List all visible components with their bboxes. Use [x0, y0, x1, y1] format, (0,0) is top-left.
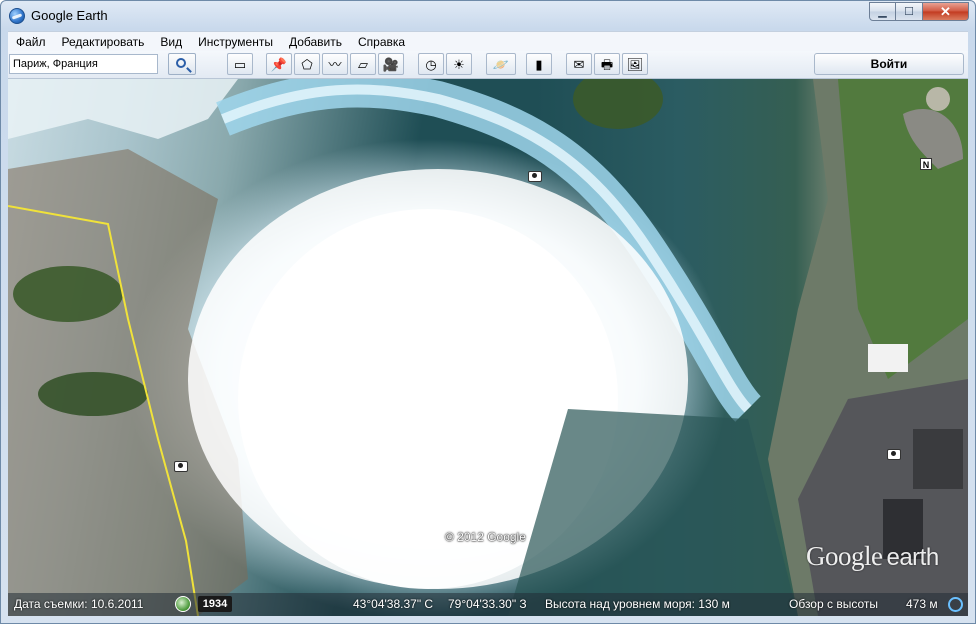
- google-earth-app-icon: [9, 8, 25, 24]
- sunlight-button[interactable]: ☀: [446, 53, 472, 75]
- add-image-overlay-button[interactable]: ▱: [350, 53, 376, 75]
- search-icon: [176, 58, 186, 68]
- search-input[interactable]: [9, 54, 158, 74]
- window-title: Google Earth: [31, 8, 108, 23]
- north-marker[interactable]: N: [920, 158, 932, 170]
- add-image-overlay-icon: ▱: [358, 56, 368, 72]
- switch-planet-icon: 🪐: [492, 56, 510, 72]
- sign-in-button[interactable]: Войти: [814, 53, 964, 75]
- add-placemark-icon: 📌: [270, 56, 288, 72]
- email-icon: ✉: [573, 56, 585, 72]
- add-placemark-button[interactable]: 📌: [266, 53, 292, 75]
- add-path-button[interactable]: 〰: [322, 53, 348, 75]
- record-tour-icon: 🎥: [382, 56, 400, 72]
- save-image-button[interactable]: 🖼: [622, 53, 648, 75]
- menu-file[interactable]: Файл: [8, 32, 54, 52]
- photo-marker-icon[interactable]: [887, 449, 901, 460]
- historical-year-badge[interactable]: 1934: [198, 596, 232, 612]
- record-tour-button[interactable]: 🎥: [378, 53, 404, 75]
- menu-help[interactable]: Справка: [350, 32, 413, 52]
- close-button[interactable]: ✕: [923, 2, 969, 21]
- streaming-progress-icon: [948, 597, 963, 612]
- maximize-button[interactable]: ☐: [896, 2, 923, 21]
- title-bar[interactable]: Google Earth ▁ ☐ ✕: [1, 1, 975, 31]
- sidebar-toggle-button[interactable]: ▭: [227, 53, 253, 75]
- google-earth-logo: Google earth: [806, 541, 939, 572]
- ruler-icon: ▮: [535, 56, 543, 72]
- photo-marker-icon[interactable]: [528, 171, 542, 182]
- add-polygon-icon: ⬠: [301, 56, 313, 72]
- eye-altitude-value: 473 м: [906, 597, 938, 611]
- photo-marker-icon[interactable]: [174, 461, 188, 472]
- switch-planet-button[interactable]: 🪐: [486, 53, 516, 75]
- longitude-readout: 79°04'33.30" З: [448, 597, 527, 611]
- menu-view[interactable]: Вид: [152, 32, 190, 52]
- toolbar: ▭ 📌 ⬠ 〰 ▱ 🎥 ◷ ☀ 🪐 ▮ ✉: [8, 51, 968, 79]
- print-button[interactable]: 🖶: [594, 53, 620, 75]
- minimize-button[interactable]: ▁: [869, 2, 896, 21]
- latitude-readout: 43°04'38.37" С: [353, 597, 434, 611]
- imagery-date: Дата съемки: 10.6.2011: [14, 597, 144, 611]
- add-polygon-button[interactable]: ⬠: [294, 53, 320, 75]
- map-copyright: © 2012 Google: [445, 530, 526, 544]
- logo-earth-word: earth: [886, 544, 939, 571]
- window-controls: ▁ ☐ ✕: [869, 2, 969, 21]
- sidebar-toggle-icon: ▭: [233, 56, 247, 72]
- ruler-button[interactable]: ▮: [526, 53, 552, 75]
- historical-imagery-icon: ◷: [425, 56, 437, 72]
- print-icon: 🖶: [600, 56, 614, 72]
- menu-bar: Файл Редактировать Вид Инструменты Добав…: [8, 31, 968, 51]
- menu-add[interactable]: Добавить: [281, 32, 350, 52]
- google-earth-window: Google Earth ▁ ☐ ✕ Файл Редактировать Ви…: [0, 0, 976, 624]
- eye-altitude-label: Обзор с высоты: [789, 597, 878, 611]
- historical-imagery-icon[interactable]: [175, 596, 191, 612]
- status-bar: Дата съемки: 10.6.2011 1934 43°04'38.37"…: [8, 593, 968, 616]
- menu-tools[interactable]: Инструменты: [190, 32, 281, 52]
- sunlight-icon: ☀: [453, 56, 465, 72]
- email-button[interactable]: ✉: [566, 53, 592, 75]
- historical-imagery-button[interactable]: ◷: [418, 53, 444, 75]
- save-image-icon: 🖼: [626, 56, 644, 72]
- map-view[interactable]: N © 2012 Google Google earth Дата съемки:…: [8, 79, 968, 616]
- menu-edit[interactable]: Редактировать: [54, 32, 153, 52]
- add-path-icon: 〰: [328, 56, 342, 72]
- elevation-readout: Высота над уровнем моря: 130 м: [545, 597, 730, 611]
- logo-google-word: Google: [806, 541, 883, 571]
- search-button[interactable]: [168, 53, 196, 75]
